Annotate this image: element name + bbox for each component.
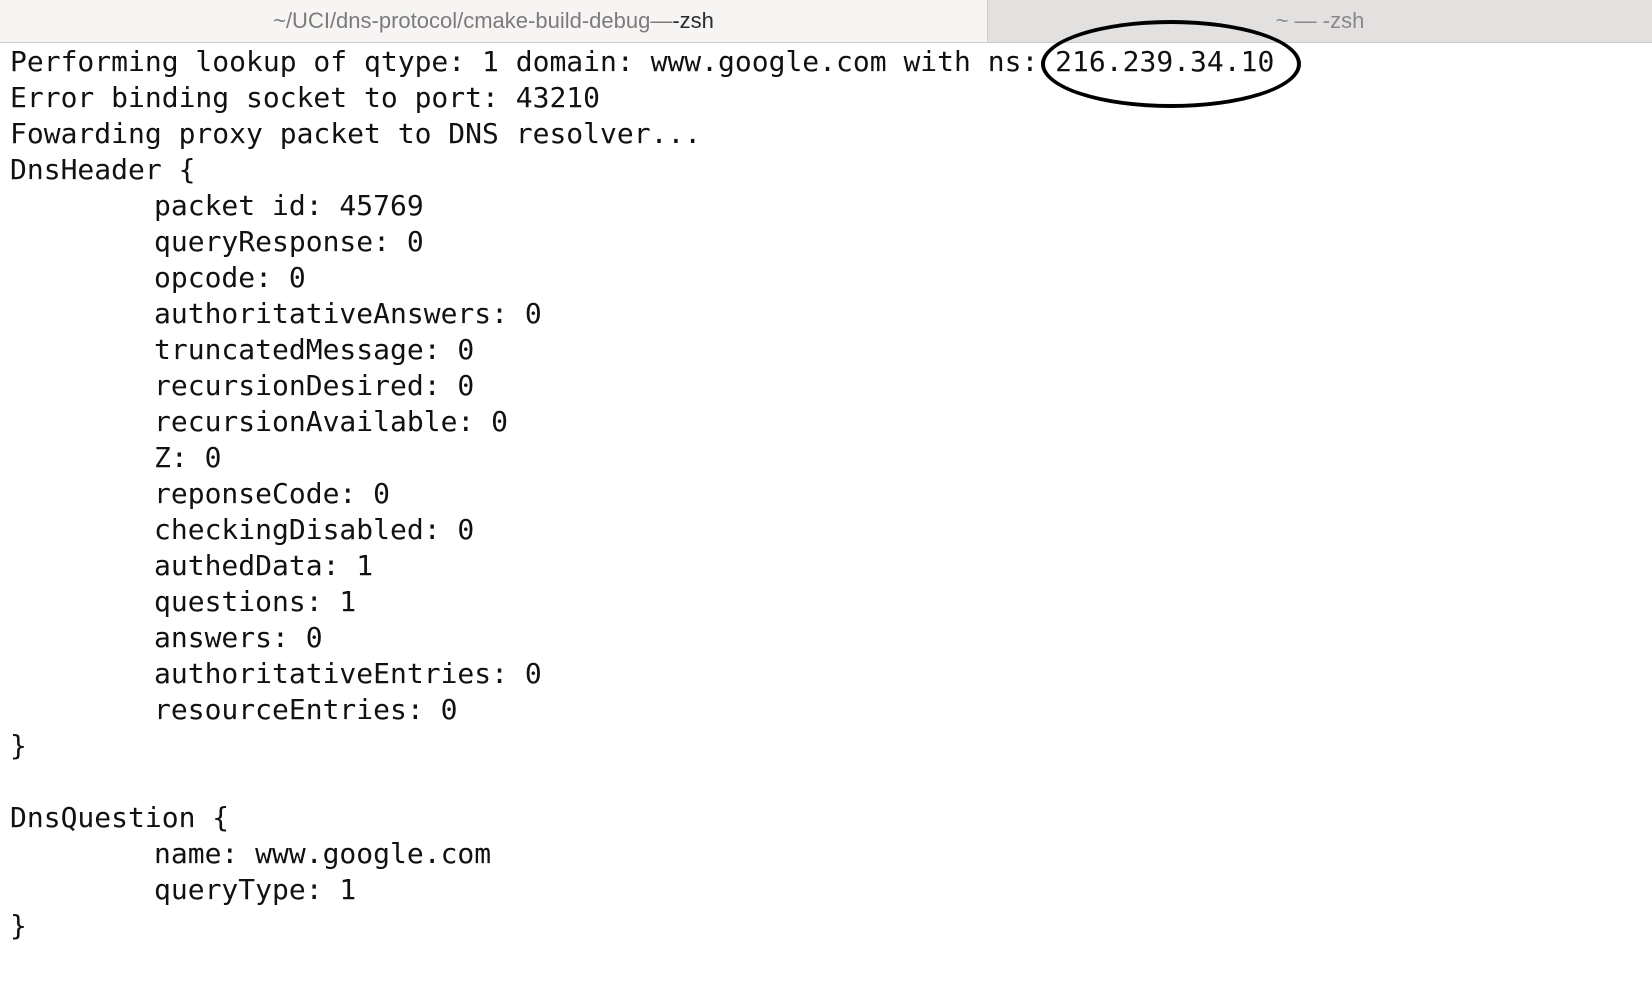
header-field: opcode: 0 — [154, 261, 306, 294]
header-field: resourceEntries: 0 — [154, 693, 458, 726]
header-field: Z: 0 — [154, 441, 222, 474]
dns-question-close: } — [10, 909, 27, 942]
header-field: recursionDesired: 0 — [154, 369, 475, 402]
dns-header-close: } — [10, 729, 27, 762]
forward-line: Fowarding proxy packet to DNS resolver..… — [10, 117, 702, 150]
tab-label: ~ — -zsh — [1275, 8, 1365, 33]
header-field: questions: 1 — [154, 585, 357, 618]
tab-command: -zsh — [672, 8, 714, 33]
header-field: authoritativeEntries: 0 — [154, 657, 542, 690]
dns-question-open: DnsQuestion { — [10, 801, 230, 834]
lookup-line: Performing lookup of qtype: 1 domain: ww… — [10, 20, 1640, 108]
dns-header-open: DnsHeader { — [10, 153, 196, 186]
header-field: truncatedMessage: 0 — [154, 333, 475, 366]
header-field: recursionAvailable: 0 — [154, 405, 509, 438]
header-field: queryResponse: 0 — [154, 225, 424, 258]
question-field: queryType: 1 — [154, 873, 357, 906]
header-field: authoritativeAnswers: 0 — [154, 297, 542, 330]
header-field: authedData: 1 — [154, 549, 374, 582]
nameserver-ip-circled: 216.239.34.10 — [1041, 20, 1302, 108]
tab-path: ~/UCI/dns-protocol/cmake-build-debug — [273, 8, 651, 33]
header-field: packet id: 45769 — [154, 189, 424, 222]
terminal-output[interactable]: Performing lookup of qtype: 1 domain: ww… — [10, 20, 1640, 974]
header-field: answers: 0 — [154, 621, 323, 654]
lookup-text: Performing lookup of qtype: 1 domain: ww… — [10, 45, 1056, 78]
header-field: reponseCode: 0 — [154, 477, 391, 510]
question-field: name: www.google.com — [154, 837, 492, 870]
tab-dns-protocol[interactable]: ~/UCI/dns-protocol/cmake-build-debug — -… — [0, 0, 988, 42]
error-line: Error binding socket to port: 43210 — [10, 81, 601, 114]
tab-separator: — — [650, 8, 673, 33]
header-field: checkingDisabled: 0 — [154, 513, 475, 546]
terminal-tab-bar: ~/UCI/dns-protocol/cmake-build-debug — -… — [0, 0, 1652, 43]
